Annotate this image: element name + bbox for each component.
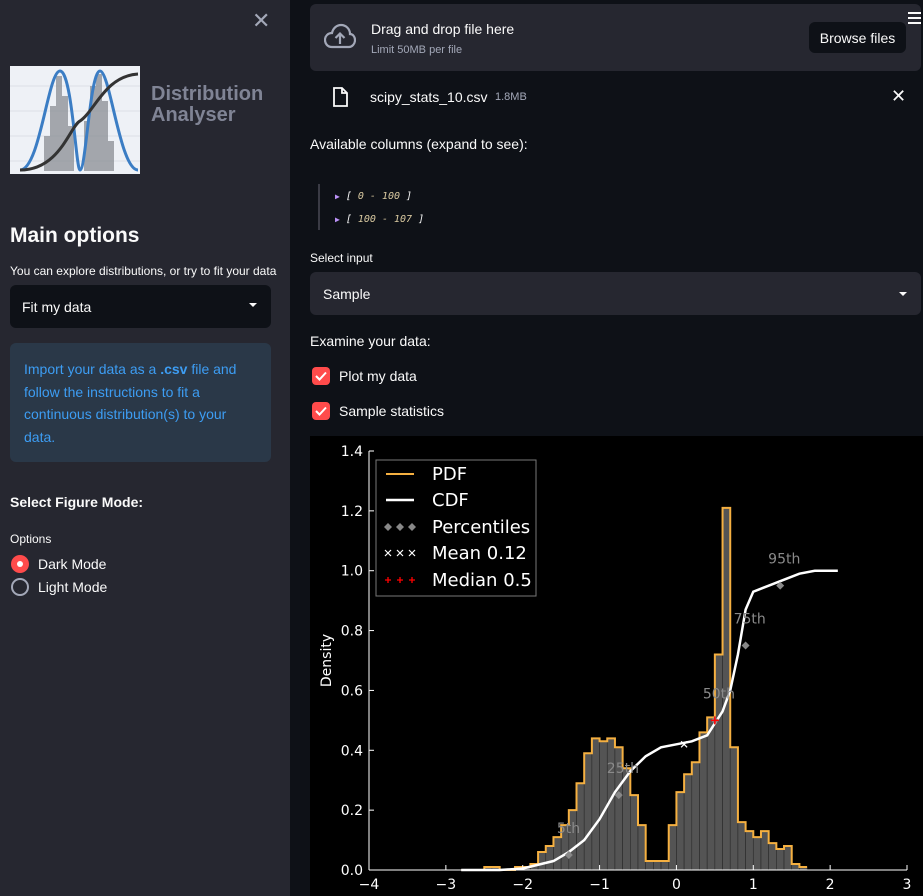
chevron-down-icon	[249, 303, 257, 307]
y-tick-label: 1.2	[341, 504, 363, 520]
legend-label: PDF	[432, 464, 467, 485]
histogram-bar	[660, 860, 670, 871]
histogram-bar	[691, 761, 700, 871]
x-tick-label: 3	[903, 877, 912, 893]
plot-data-checkbox[interactable]: Plot my data	[312, 367, 417, 385]
uploaded-file-size: 1.8MB	[495, 91, 527, 103]
radio-light-mode[interactable]: Light Mode	[11, 578, 107, 596]
x-tick-label: 0	[672, 877, 681, 893]
expand-triangle-icon: ▶	[335, 215, 340, 224]
x-tick-label: −4	[359, 877, 380, 893]
close-sidebar-icon[interactable]: ✕	[252, 10, 270, 32]
select-input-value: Sample	[323, 285, 371, 302]
y-tick-label: 1.0	[341, 564, 363, 580]
legend-label: Median 0.5	[432, 570, 532, 591]
percentile-marker	[741, 641, 750, 650]
info-alert: Import your data as a .csv file and foll…	[10, 343, 271, 462]
hamburger-menu-icon[interactable]	[908, 12, 921, 27]
legend-label: CDF	[432, 490, 469, 511]
json-expand-row[interactable]: ▶ [ 100 - 107 ]	[335, 214, 424, 225]
percentile-label: 5th	[557, 821, 580, 837]
mode-select[interactable]: Fit my data	[10, 285, 271, 328]
histogram-bar	[653, 860, 662, 871]
histogram-bar	[737, 821, 746, 871]
mode-select-value: Fit my data	[22, 298, 92, 315]
explore-caption: You can explore distributions, or try to…	[10, 264, 277, 278]
percentile-label: 75th	[734, 612, 766, 628]
browse-files-button[interactable]: Browse files	[809, 22, 906, 53]
histogram-bar	[776, 848, 785, 871]
histogram-bar	[699, 732, 708, 871]
expand-triangle-icon: ▶	[335, 192, 340, 201]
cdf-line	[461, 569, 838, 872]
histogram-bar	[537, 851, 547, 871]
histogram-bar	[745, 830, 754, 871]
options-label: Options	[10, 532, 52, 546]
dropzone-title: Drag and drop file here	[371, 21, 515, 37]
file-uploader-dropzone[interactable]: Drag and drop file here Limit 50MB per f…	[310, 4, 921, 71]
select-input-dropdown[interactable]: Sample	[310, 272, 921, 315]
remove-file-icon[interactable]: ✕	[891, 86, 906, 107]
checkmark-icon	[312, 402, 330, 420]
file-icon	[333, 87, 348, 107]
radio-dark-mode[interactable]: Dark Mode	[11, 555, 106, 573]
radio-unselected-icon	[11, 578, 29, 596]
examine-label: Examine your data:	[310, 333, 431, 349]
histogram-bar	[768, 842, 777, 871]
app-logo	[10, 66, 140, 174]
x-tick-label: 1	[749, 877, 758, 893]
json-expand-row[interactable]: ▶ [ 0 - 100 ]	[335, 191, 412, 202]
histogram-bar	[545, 845, 554, 871]
histogram-bar	[622, 767, 631, 871]
available-columns-label: Available columns (expand to see):	[310, 136, 528, 152]
figure-mode-heading: Select Figure Mode:	[10, 494, 144, 510]
histogram-bar	[752, 836, 762, 871]
histogram-bar	[645, 860, 654, 871]
chevron-down-icon	[899, 292, 907, 296]
legend-label: Mean 0.12	[432, 543, 527, 564]
histogram-bar	[683, 773, 693, 871]
histogram-bar	[676, 791, 685, 871]
checkmark-icon	[312, 367, 330, 385]
json-indent-bar	[318, 184, 320, 230]
y-tick-label: 0.4	[341, 743, 363, 759]
uploaded-file-name: scipy_stats_10.csv	[370, 89, 488, 105]
x-tick-label: 2	[826, 877, 835, 893]
histogram-bar	[630, 794, 639, 871]
x-tick-label: −1	[589, 877, 610, 893]
histogram-bar	[583, 752, 593, 871]
histogram-bar	[568, 809, 577, 871]
histogram-bar	[729, 746, 739, 871]
histogram-bar	[783, 845, 793, 871]
select-input-label: Select input	[310, 251, 373, 265]
legend-label: Percentiles	[432, 517, 530, 538]
y-tick-label: 0.2	[341, 803, 363, 819]
histogram-bar	[668, 824, 677, 871]
x-tick-label: −3	[436, 877, 457, 893]
percentile-label: 25th	[607, 761, 639, 777]
radio-selected-icon	[11, 555, 29, 573]
sample-statistics-checkbox[interactable]: Sample statistics	[312, 402, 444, 420]
distribution-plot: 5th 25th 50th 75th 95th 0.0 0.2 0.4 0.6 0.8 1.0 1.2…	[310, 436, 923, 896]
y-tick-label: 0.8	[341, 624, 363, 640]
percentile-label: 50th	[703, 686, 735, 702]
x-tick-label: −2	[512, 877, 533, 893]
distribution-chart: 5th25th50th75th95th0.00.20.40.60.81.01.2…	[319, 444, 912, 893]
main-options-heading: Main options	[10, 224, 140, 247]
sidebar: ✕ Distribution Analyser Main options You…	[0, 0, 290, 896]
histogram-bar	[591, 738, 600, 871]
percentile-label: 95th	[768, 552, 800, 568]
app-title: Distribution Analyser	[151, 83, 264, 126]
y-axis-label: Density	[319, 634, 335, 687]
y-tick-label: 0.6	[341, 683, 363, 699]
histogram-bar	[637, 824, 646, 871]
histogram-bar	[553, 836, 562, 871]
cloud-upload-icon	[324, 23, 356, 49]
histogram-bar	[760, 830, 769, 871]
dropzone-limit: Limit 50MB per file	[371, 44, 463, 56]
y-tick-label: 1.4	[341, 444, 363, 460]
histogram-bar	[706, 717, 716, 871]
